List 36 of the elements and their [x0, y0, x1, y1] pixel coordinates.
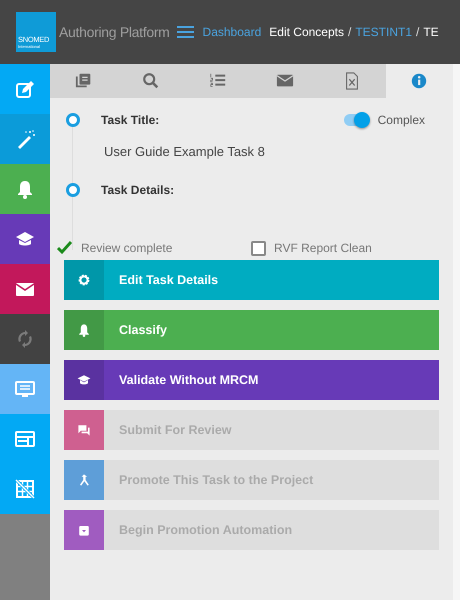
- app-title: Authoring Platform: [59, 24, 170, 40]
- bell-icon: [15, 179, 35, 199]
- breadcrumb-separator: /: [416, 25, 420, 39]
- checkbox[interactable]: [251, 240, 266, 256]
- chat-icon: [76, 422, 92, 438]
- search-icon: [142, 72, 160, 90]
- step-marker: [66, 183, 80, 197]
- gear-icon: [76, 272, 92, 288]
- breadcrumb-separator: /: [348, 25, 352, 39]
- monitor-icon: [15, 379, 35, 399]
- dashboard-link[interactable]: Dashboard: [202, 25, 262, 39]
- action-button[interactable]: Classify: [64, 310, 439, 350]
- field-label: Task Title:: [101, 113, 160, 127]
- edit-icon: [15, 79, 35, 99]
- breadcrumb-link[interactable]: TESTINT1: [355, 25, 412, 39]
- breadcrumb-item: TE: [423, 25, 439, 39]
- step-marker: [66, 113, 80, 127]
- library-icon: [74, 72, 93, 90]
- toggle-label: Complex: [378, 113, 425, 127]
- check-label: RVF Report Clean: [274, 241, 372, 255]
- check-label: Review complete: [81, 241, 172, 255]
- sidebar-button[interactable]: [0, 264, 50, 314]
- action-button[interactable]: Edit Task Details: [64, 260, 439, 300]
- tab[interactable]: [386, 64, 454, 98]
- layout-icon: [15, 429, 35, 449]
- info-icon: [410, 72, 428, 90]
- field-label: Task Details:: [101, 183, 174, 197]
- action-button[interactable]: Validate Without MRCM: [64, 360, 439, 400]
- numbered-list-icon: [208, 72, 227, 90]
- toggle-switch[interactable]: [344, 114, 368, 126]
- breadcrumb-item: Edit Concepts: [269, 25, 344, 39]
- task-title: User Guide Example Task 8: [104, 144, 266, 160]
- grid-off-icon: [15, 479, 35, 499]
- sidebar-button[interactable]: [0, 214, 50, 264]
- bell-icon: [76, 322, 92, 338]
- menu-icon[interactable]: [176, 25, 194, 39]
